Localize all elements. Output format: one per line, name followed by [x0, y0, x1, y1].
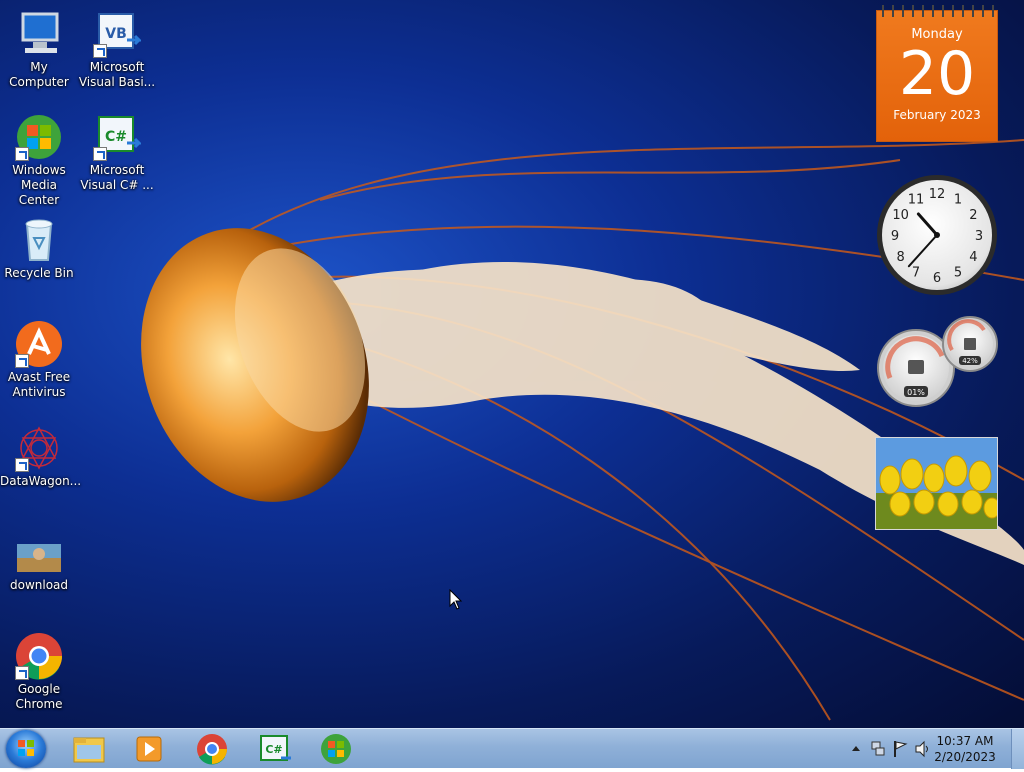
system-tray: 10:37 AM 2/20/2023: [844, 729, 1024, 769]
shortcut-arrow-icon: [15, 458, 29, 472]
desktop-icon-windows-media-center[interactable]: Windows Media Center: [0, 113, 78, 208]
show-hidden-icons-chevron-up-icon[interactable]: [850, 741, 862, 755]
desktop-icon-my-computer[interactable]: My Computer: [0, 10, 78, 90]
taskbar-windows-explorer[interactable]: [63, 731, 115, 767]
clock-numeral: 9: [891, 229, 899, 244]
icon-label: DataWagon...: [0, 474, 82, 488]
taskbar-time: 10:37 AM: [936, 734, 994, 748]
calendar-day: 20: [898, 39, 976, 109]
desktop-icon-google-chrome[interactable]: Google Chrome: [0, 632, 78, 712]
clock-numeral: 10: [892, 208, 909, 223]
icon-label: My Computer: [9, 60, 69, 89]
windows-media-center-icon: [15, 113, 63, 161]
icon-label: Microsoft Visual Basi...: [78, 60, 156, 89]
icon-label: Google Chrome: [15, 682, 63, 711]
datawagon-icon: [15, 424, 63, 472]
icon-label: Avast Free Antivirus: [7, 370, 71, 399]
desktop-icon-recycle-bin[interactable]: Recycle Bin: [0, 216, 78, 281]
cpu-meter-gadget[interactable]: 01% 42%: [876, 316, 998, 408]
show-desktop-button[interactable]: [1011, 729, 1024, 769]
cs-badge: C#: [105, 129, 127, 145]
clock-numeral: 11: [908, 193, 925, 208]
desktop-icon-visual-basic[interactable]: VB Microsoft Visual Basi...: [78, 10, 156, 90]
desktop: My Computer VB Microsoft Visual Basi... W…: [0, 0, 1024, 728]
desktop-icon-avast[interactable]: Avast Free Antivirus: [0, 320, 78, 400]
action-center-flag-icon[interactable]: [892, 740, 908, 758]
taskbar-google-chrome[interactable]: [186, 731, 238, 767]
clock-numeral: 2: [969, 208, 977, 223]
icon-label: Windows Media Center: [12, 163, 66, 207]
mouse-pointer-icon: [449, 589, 463, 610]
calendar-rings: [877, 5, 999, 17]
clock-gadget[interactable]: 1 2 3 4 5 6 7 8 9 10 11 12: [876, 174, 998, 296]
folder-icon: [73, 737, 105, 763]
clock-numeral: 6: [933, 271, 941, 286]
cs-badge: C#: [265, 743, 282, 756]
visual-csharp-icon: C#: [93, 113, 143, 161]
recycle-bin-icon: [15, 216, 63, 264]
vb-badge: VB: [105, 26, 127, 42]
shortcut-arrow-icon: [15, 354, 29, 368]
clock-numeral: 12: [929, 187, 946, 202]
clock-numeral: 5: [954, 265, 962, 280]
calendar-gadget[interactable]: Monday 20 February 2023: [876, 5, 999, 142]
shortcut-arrow-icon: [15, 147, 29, 161]
shortcut-arrow-icon: [93, 44, 107, 58]
visual-csharp-icon: C#: [260, 735, 291, 761]
clock-numeral: 4: [969, 250, 977, 265]
slideshow-gadget[interactable]: [875, 437, 998, 530]
cpu-percent: 01%: [907, 388, 925, 397]
desktop-icon-download[interactable]: download: [0, 528, 78, 593]
jellyfish-wallpaper: [141, 139, 1024, 721]
clock-numeral: 3: [975, 229, 983, 244]
taskbar: C# 10:37 AM 2/20/2023: [0, 728, 1024, 769]
avast-icon: [15, 320, 63, 368]
visual-basic-icon: VB: [93, 10, 143, 58]
start-button[interactable]: [6, 730, 46, 768]
icon-label: Recycle Bin: [4, 266, 74, 280]
clock-numeral: 1: [954, 193, 962, 208]
clock-numeral: 7: [912, 265, 920, 280]
clock-numeral: 8: [896, 250, 904, 265]
taskbar-windows-media-player[interactable]: [123, 731, 175, 767]
shortcut-arrow-icon: [15, 666, 29, 680]
memory-percent: 42%: [962, 357, 978, 365]
taskbar-date: 2/20/2023: [934, 750, 996, 764]
taskbar-windows-media-center[interactable]: [310, 731, 362, 767]
calendar-month-year: February 2023: [893, 108, 981, 122]
taskbar-visual-csharp[interactable]: C#: [249, 731, 301, 767]
icon-label: download: [9, 578, 69, 592]
desktop-icon-datawagon[interactable]: DataWagon...: [0, 424, 82, 489]
network-icon[interactable]: [870, 740, 886, 758]
windows-logo-icon: [18, 740, 34, 756]
shortcut-arrow-icon: [93, 147, 107, 161]
computer-icon: [15, 10, 63, 58]
chrome-icon: [197, 734, 227, 765]
chrome-icon: [15, 632, 63, 680]
icon-label: Microsoft Visual C# ...: [80, 163, 154, 192]
windows-media-center-icon: [321, 734, 351, 764]
image-file-icon: [15, 528, 63, 576]
tulips-photo: [876, 438, 997, 529]
desktop-icon-visual-csharp[interactable]: C# Microsoft Visual C# ...: [78, 113, 156, 193]
taskbar-clock[interactable]: 10:37 AM 2/20/2023: [930, 733, 1000, 765]
media-player-icon: [136, 736, 162, 762]
